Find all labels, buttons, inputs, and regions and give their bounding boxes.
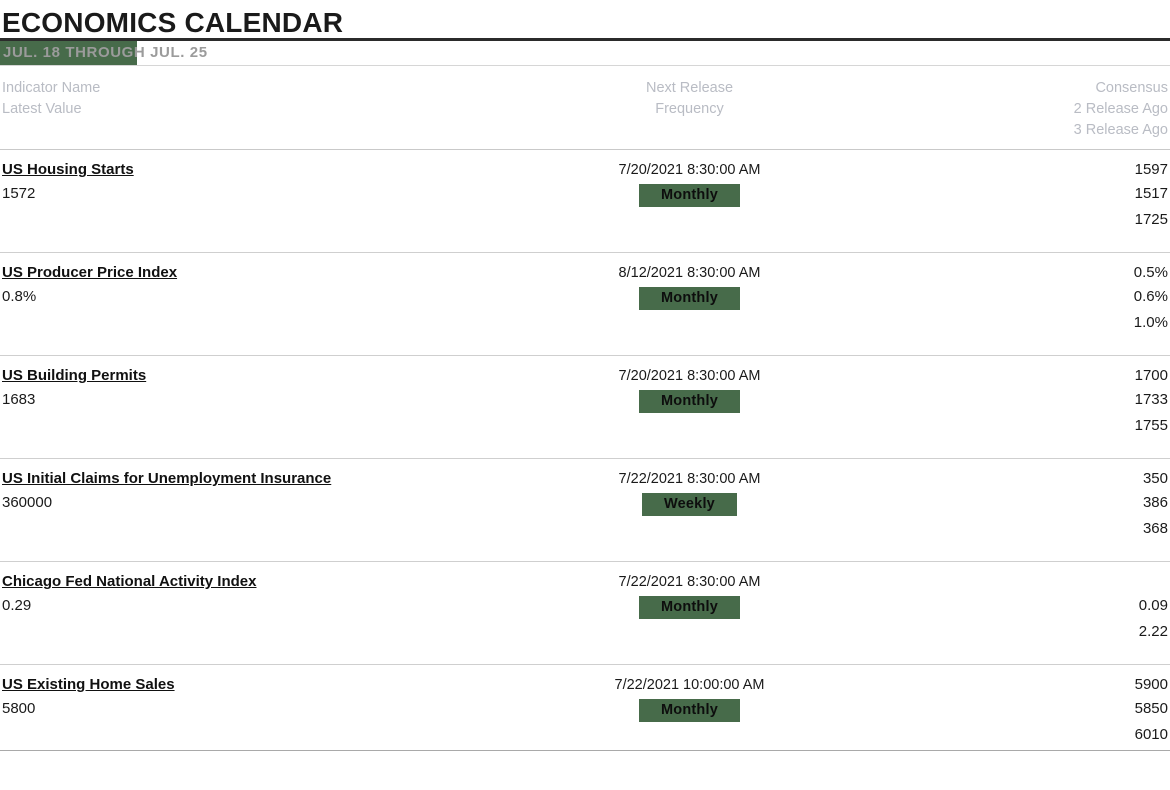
consensus-value: 350 (1142, 470, 1168, 487)
column-header-consensus: Consensus (1095, 80, 1168, 96)
row-indicator-cell: US Producer Price Index 0.8% (0, 262, 547, 355)
frequency-wrapper: Monthly (547, 388, 832, 414)
row-values-cell: 350 386 368 (832, 468, 1170, 561)
latest-value: 1572 (2, 185, 36, 202)
row-values-cell: 5900 5850 6010 (832, 674, 1170, 750)
column-header-middle-group: Next Release Frequency (547, 78, 832, 139)
indicator-link[interactable]: US Producer Price Index (2, 262, 177, 284)
row-release-cell: 8/12/2021 8:30:00 AM Monthly (547, 262, 832, 355)
latest-value: 5800 (2, 700, 36, 717)
column-headers: Indicator Name Latest Value Next Release… (0, 66, 1170, 150)
consensus-value (832, 571, 1168, 593)
date-range-bar: JUL. 18 THROUGH JUL. 25 (0, 41, 1170, 66)
latest-value: 1683 (2, 391, 36, 408)
indicator-rows: US Housing Starts 1572 7/20/2021 8:30:00… (0, 150, 1170, 751)
latest-value: 0.29 (2, 597, 32, 614)
row-release-cell: 7/22/2021 8:30:00 AM Weekly (547, 468, 832, 561)
latest-value: 0.8% (2, 288, 37, 305)
table-row: US Initial Claims for Unemployment Insur… (0, 459, 1170, 562)
column-header-latest-value: Latest Value (2, 101, 82, 117)
column-header-right-group: Consensus 2 Release Ago 3 Release Ago (832, 78, 1170, 139)
column-header-release-2-ago: 2 Release Ago (1073, 101, 1168, 117)
next-release-date: 7/20/2021 8:30:00 AM (618, 162, 761, 178)
next-release-date: 7/22/2021 8:30:00 AM (618, 574, 761, 590)
row-indicator-cell: Chicago Fed National Activity Index 0.29 (0, 571, 547, 664)
row-indicator-cell: US Existing Home Sales 5800 (0, 674, 547, 750)
release-3-ago-value: 6010 (1134, 726, 1168, 743)
row-indicator-cell: US Housing Starts 1572 (0, 159, 547, 252)
frequency-wrapper: Monthly (547, 697, 832, 723)
row-values-cell: 0.5% 0.6% 1.0% (832, 262, 1170, 355)
page-title: ECONOMICS CALENDAR (2, 7, 344, 38)
table-row: US Existing Home Sales 5800 7/22/2021 10… (0, 665, 1170, 751)
release-3-ago-value: 368 (1142, 520, 1168, 537)
indicator-link[interactable]: US Building Permits (2, 365, 146, 387)
table-row: US Producer Price Index 0.8% 8/12/2021 8… (0, 253, 1170, 356)
frequency-wrapper: Monthly (547, 594, 832, 620)
latest-value: 360000 (2, 494, 53, 511)
row-release-cell: 7/22/2021 8:30:00 AM Monthly (547, 571, 832, 664)
frequency-badge: Monthly (639, 287, 740, 310)
frequency-badge: Monthly (639, 184, 740, 207)
frequency-wrapper: Weekly (547, 491, 832, 517)
next-release-date: 7/22/2021 8:30:00 AM (618, 471, 761, 487)
next-release-date: 7/20/2021 8:30:00 AM (618, 368, 761, 384)
row-release-cell: 7/20/2021 8:30:00 AM Monthly (547, 365, 832, 458)
indicator-link[interactable]: US Existing Home Sales (2, 674, 175, 696)
release-2-ago-value: 0.6% (1133, 288, 1168, 305)
consensus-value: 1700 (1134, 367, 1168, 384)
table-row: US Building Permits 1683 7/20/2021 8:30:… (0, 356, 1170, 459)
column-header-left-group: Indicator Name Latest Value (0, 78, 547, 139)
next-release-date: 8/12/2021 8:30:00 AM (618, 265, 761, 281)
row-values-cell: 1597 1517 1725 (832, 159, 1170, 252)
frequency-wrapper: Monthly (547, 285, 832, 311)
release-2-ago-value: 1733 (1134, 391, 1168, 408)
row-values-cell: 0.09 2.22 (832, 571, 1170, 664)
consensus-value: 1597 (1134, 161, 1168, 178)
indicator-link[interactable]: US Housing Starts (2, 159, 134, 181)
release-2-ago-value: 386 (1142, 494, 1168, 511)
table-row: US Housing Starts 1572 7/20/2021 8:30:00… (0, 150, 1170, 253)
frequency-wrapper: Monthly (547, 182, 832, 208)
consensus-value: 0.5% (1133, 264, 1168, 281)
column-header-frequency: Frequency (655, 101, 724, 117)
next-release-date: 7/22/2021 10:00:00 AM (614, 677, 765, 693)
frequency-badge: Monthly (639, 596, 740, 619)
frequency-badge: Monthly (639, 390, 740, 413)
column-header-next-release: Next Release (645, 80, 734, 96)
row-indicator-cell: US Initial Claims for Unemployment Insur… (0, 468, 547, 561)
release-3-ago-value: 2.22 (1138, 623, 1168, 640)
date-range-label: JUL. 18 THROUGH JUL. 25 (3, 44, 208, 61)
release-2-ago-value: 1517 (1134, 185, 1168, 202)
release-3-ago-value: 1.0% (1133, 314, 1168, 331)
row-release-cell: 7/22/2021 10:00:00 AM Monthly (547, 674, 832, 750)
release-2-ago-value: 0.09 (1138, 597, 1168, 614)
indicator-link[interactable]: US Initial Claims for Unemployment Insur… (2, 468, 331, 490)
indicator-link[interactable]: Chicago Fed National Activity Index (2, 571, 257, 593)
row-release-cell: 7/20/2021 8:30:00 AM Monthly (547, 159, 832, 252)
table-row: Chicago Fed National Activity Index 0.29… (0, 562, 1170, 665)
row-values-cell: 1700 1733 1755 (832, 365, 1170, 458)
title-block: ECONOMICS CALENDAR (0, 0, 1170, 38)
column-header-indicator-name: Indicator Name (2, 80, 101, 96)
economics-calendar-page: ECONOMICS CALENDAR JUL. 18 THROUGH JUL. … (0, 0, 1170, 790)
consensus-value: 5900 (1134, 676, 1168, 693)
release-3-ago-value: 1725 (1134, 211, 1168, 228)
row-indicator-cell: US Building Permits 1683 (0, 365, 547, 458)
column-header-release-3-ago: 3 Release Ago (1073, 122, 1168, 138)
release-2-ago-value: 5850 (1134, 700, 1168, 717)
frequency-badge: Weekly (642, 493, 737, 516)
frequency-badge: Monthly (639, 699, 740, 722)
release-3-ago-value: 1755 (1134, 417, 1168, 434)
